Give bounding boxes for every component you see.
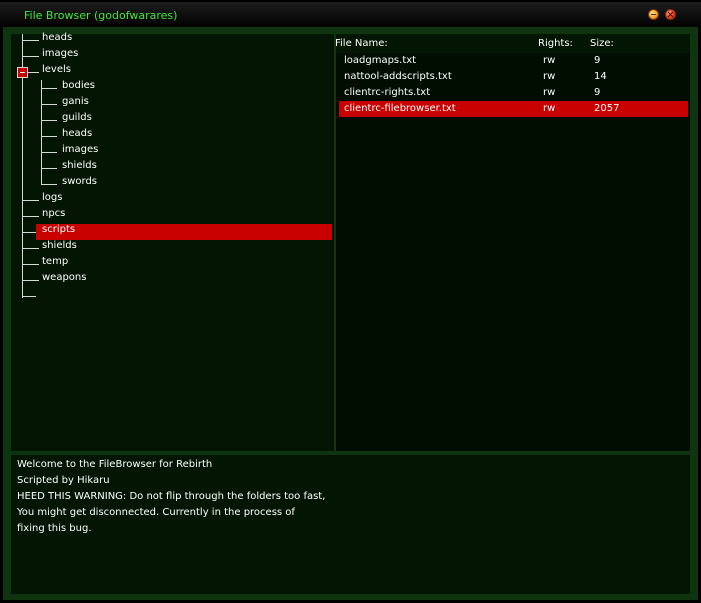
message-log[interactable]: Welcome to the FileBrowser for Rebirth S… (11, 455, 690, 594)
column-header-rights[interactable]: Rights: (538, 37, 573, 51)
log-line: HEED THIS WARNING: Do not flip through t… (17, 491, 326, 502)
tree-line (22, 56, 39, 57)
file-name: clientrc-filebrowser.txt (344, 103, 456, 114)
file-rights: rw (543, 55, 556, 66)
tree-item-levels[interactable]: levels (42, 64, 71, 75)
title-bar[interactable]: File Browser (godofwarares) (0, 2, 701, 27)
file-browser-window: File Browser (godofwarares) heads images… (0, 0, 701, 603)
log-line: Welcome to the FileBrowser for Rebirth (17, 459, 213, 470)
file-name: loadgmaps.txt (344, 55, 417, 66)
tree-item-ganis[interactable]: ganis (62, 96, 89, 107)
tree-line (22, 216, 39, 217)
file-rights: rw (543, 103, 556, 114)
file-size: 9 (594, 87, 601, 98)
file-list-body: loadgmaps.txt rw 9 nattool-addscripts.tx… (336, 53, 690, 451)
tree-line (22, 296, 36, 297)
tree-line (41, 152, 57, 153)
tree-item-heads[interactable]: heads (42, 32, 72, 43)
tree-line (22, 40, 39, 41)
file-row[interactable]: clientrc-rights.txt rw 9 (339, 85, 688, 101)
file-row-selected[interactable]: clientrc-filebrowser.txt rw 2057 (339, 101, 688, 117)
log-line: Scripted by Hikaru (17, 475, 110, 486)
tree-line (41, 104, 57, 105)
tree-line (41, 88, 57, 89)
file-size: 14 (594, 71, 607, 82)
tree-item-scripts[interactable]: scripts (42, 224, 75, 235)
tree-item-npcs[interactable]: npcs (42, 208, 65, 219)
log-line: fixing this bug. (17, 523, 92, 534)
file-name: nattool-addscripts.txt (344, 71, 452, 82)
tree-item-swords[interactable]: swords (62, 176, 97, 187)
tree-line (41, 120, 57, 121)
tree-item-heads-sub[interactable]: heads (62, 128, 92, 139)
minimize-icon[interactable] (648, 9, 659, 20)
tree-line (28, 72, 39, 73)
column-header-size[interactable]: Size: (590, 37, 614, 51)
file-size: 2057 (594, 103, 620, 114)
tree-line (22, 232, 36, 233)
log-line: You might get disconnected. Currently in… (17, 507, 295, 518)
column-header-filename[interactable]: File Name: (336, 37, 388, 51)
close-icon[interactable] (665, 9, 676, 20)
tree-line (22, 200, 39, 201)
tree-line (22, 264, 39, 265)
file-name: clientrc-rights.txt (344, 87, 431, 98)
window-title: File Browser (godofwarares) (24, 9, 178, 22)
file-row[interactable]: loadgmaps.txt rw 9 (339, 53, 688, 69)
file-size: 9 (594, 55, 601, 66)
tree-line (41, 136, 57, 137)
tree-item-shields-sub[interactable]: shields (62, 160, 97, 171)
collapse-minus-icon[interactable] (17, 67, 28, 78)
window-body: heads images levels bodies ganis guilds … (3, 27, 698, 600)
tree-item-images-sub[interactable]: images (62, 144, 98, 155)
file-rights: rw (543, 87, 556, 98)
folder-tree[interactable]: heads images levels bodies ganis guilds … (11, 32, 334, 451)
file-row[interactable]: nattool-addscripts.txt rw 14 (339, 69, 688, 85)
tree-item-bodies[interactable]: bodies (62, 80, 95, 91)
file-list[interactable]: File Name: Rights: Size: loadgmaps.txt r… (336, 34, 690, 451)
tree-item-images[interactable]: images (42, 48, 78, 59)
tree-line (22, 280, 39, 281)
tree-item-shields[interactable]: shields (42, 240, 77, 251)
tree-item-temp[interactable]: temp (42, 256, 68, 267)
tree-item-guilds[interactable]: guilds (62, 112, 92, 123)
tree-selection-highlight (36, 224, 332, 240)
tree-item-logs[interactable]: logs (42, 192, 62, 203)
tree-item-weapons[interactable]: weapons (42, 272, 86, 283)
tree-line (22, 248, 39, 249)
file-rights: rw (543, 71, 556, 82)
tree-line (41, 168, 57, 169)
tree-line (41, 184, 57, 185)
